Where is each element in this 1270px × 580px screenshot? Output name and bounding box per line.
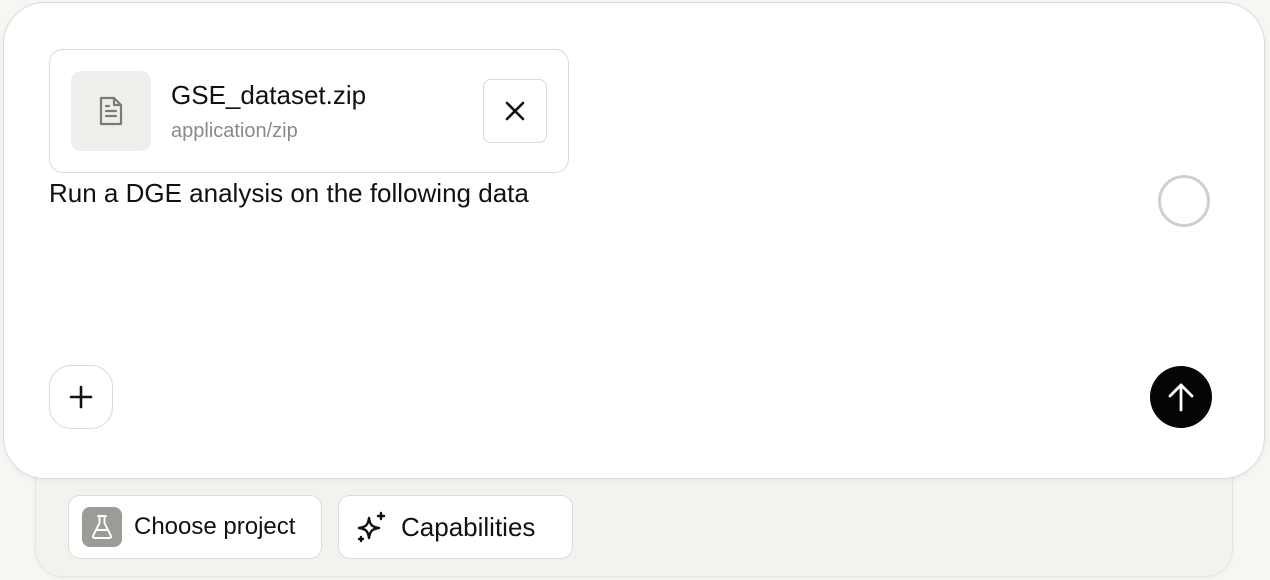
send-button[interactable] — [1150, 366, 1212, 428]
prompt-input[interactable]: Run a DGE analysis on the following data — [49, 178, 529, 209]
remove-attachment-button[interactable] — [483, 79, 547, 143]
choose-project-button[interactable]: Choose project — [68, 495, 322, 559]
file-text-icon — [71, 71, 151, 151]
choose-project-label: Choose project — [134, 513, 296, 540]
plus-icon — [69, 385, 93, 409]
flask-icon — [82, 507, 122, 547]
capabilities-label: Capabilities — [401, 511, 536, 542]
attachment-filetype: application/zip — [171, 120, 298, 142]
capabilities-button[interactable]: Capabilities — [338, 495, 573, 559]
close-icon — [505, 101, 525, 121]
arrow-up-icon — [1168, 383, 1194, 412]
sparkles-icon — [355, 510, 389, 544]
attachment-filename: GSE_dataset.zip — [171, 80, 367, 110]
progress-ring-icon — [1158, 175, 1210, 227]
add-attachment-button[interactable] — [49, 365, 113, 429]
attachment-card: GSE_dataset.zip application/zip — [49, 49, 569, 173]
